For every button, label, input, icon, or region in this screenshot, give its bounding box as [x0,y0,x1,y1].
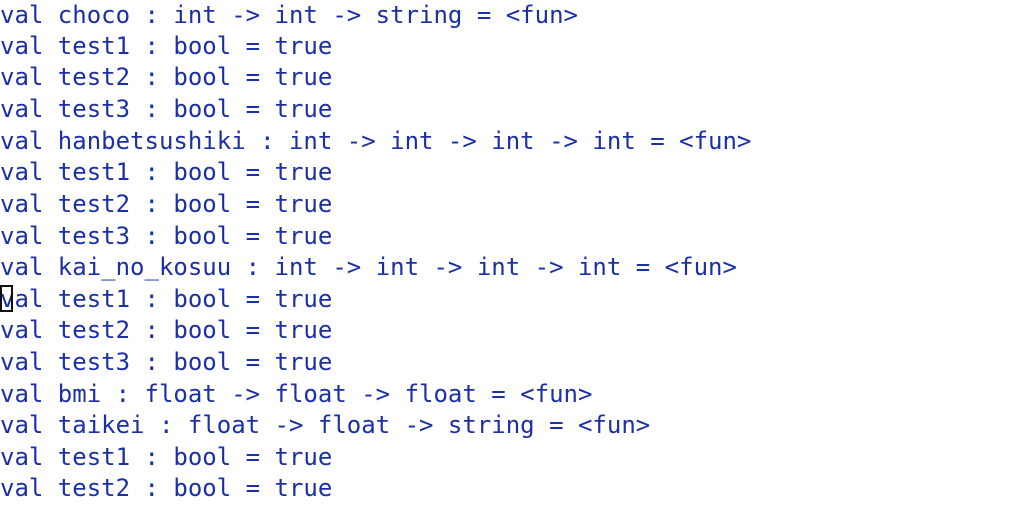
output-line: val hanbetsushiki : int -> int -> int ->… [0,127,752,155]
output-line: val test2 : bool = true [0,63,333,91]
output-line: val taikei : float -> float -> string = … [0,411,651,439]
output-line: val test2 : bool = true [0,316,333,344]
output-line: val test2 : bool = true [0,474,333,502]
output-line: val test1 : bool = true [0,285,333,313]
output-line: val test3 : bool = true [0,95,333,123]
output-line: val test1 : bool = true [0,158,333,186]
text-cursor [0,285,13,312]
output-line: val test3 : bool = true [0,348,333,376]
output-line: val bmi : float -> float -> float = <fun… [0,380,593,408]
output-line: val choco : int -> int -> string = <fun> [0,1,578,29]
output-line: val test2 : bool = true [0,190,333,218]
output-line: val test1 : bool = true [0,443,333,471]
output-line: val kai_no_kosuu : int -> int -> int -> … [0,253,737,281]
terminal-output[interactable]: val choco : int -> int -> string = <fun>… [0,0,1024,505]
output-line: val test1 : bool = true [0,32,333,60]
output-line: val test3 : bool = true [0,222,333,250]
